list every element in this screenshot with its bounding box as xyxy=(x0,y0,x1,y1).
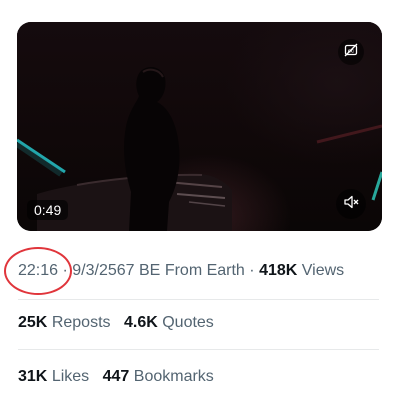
views-count: 418K xyxy=(259,262,298,279)
divider xyxy=(18,349,379,350)
bookmarks-count: 447 xyxy=(102,368,130,385)
post-meta-line: 22:16 · 9/3/2567 BE From Earth · 418K Vi… xyxy=(18,260,344,282)
captions-button[interactable]: CC xyxy=(338,39,364,65)
separator-dot: · xyxy=(249,262,255,279)
quotes-count: 4.6K xyxy=(123,314,158,331)
engagement-row-shares: 25K Reposts 4.6K Quotes xyxy=(18,312,223,334)
mute-button[interactable] xyxy=(336,189,366,219)
likes-count: 31K xyxy=(18,368,48,385)
views-label: Views xyxy=(301,262,345,279)
teal-light-streak xyxy=(17,138,66,174)
separator-dot: · xyxy=(62,262,68,279)
reposts-label: Reposts xyxy=(51,314,111,331)
bookmarks-stat[interactable]: 447 Bookmarks xyxy=(103,368,214,385)
quotes-stat[interactable]: 4.6K Quotes xyxy=(124,314,214,331)
divider xyxy=(18,299,379,300)
video-thumbnail-scene xyxy=(17,66,382,231)
post-time[interactable]: 22:16 xyxy=(18,262,58,279)
video-duration: 0:49 xyxy=(27,200,69,220)
captions-off-icon: CC xyxy=(344,43,358,62)
post-date[interactable]: 9/3/2567 BE xyxy=(72,262,160,279)
video-player[interactable]: CC 0:49 xyxy=(17,22,382,231)
muted-speaker-icon xyxy=(343,194,359,215)
quotes-label: Quotes xyxy=(162,314,214,331)
teal-light-right xyxy=(371,171,382,201)
likes-stat[interactable]: 31K Likes xyxy=(18,368,89,385)
post-source[interactable]: From Earth xyxy=(165,262,245,279)
likes-label: Likes xyxy=(51,368,90,385)
bookmarks-label: Bookmarks xyxy=(133,368,214,385)
reposts-stat[interactable]: 25K Reposts xyxy=(18,314,111,331)
reposts-count: 25K xyxy=(18,314,48,331)
engagement-row-likes: 31K Likes 447 Bookmarks xyxy=(18,366,223,388)
